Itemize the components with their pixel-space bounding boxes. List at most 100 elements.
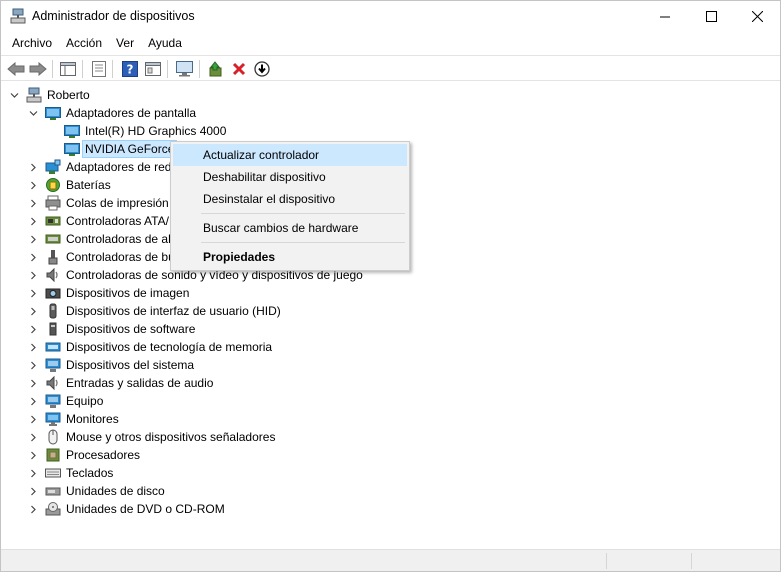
chevron-right-icon[interactable] — [29, 433, 38, 442]
chevron-right-icon[interactable] — [29, 235, 38, 244]
tree-category-16[interactable]: Mouse y otros dispositivos señaladores — [1, 428, 780, 446]
computer-root-icon — [26, 87, 42, 103]
update-driver-toolbar-button[interactable] — [206, 59, 226, 79]
tree-category-11[interactable]: Dispositivos de tecnología de memoria — [1, 338, 780, 356]
title-bar[interactable]: Administrador de dispositivos — [1, 1, 780, 32]
console-tree-icon — [60, 62, 76, 76]
disk-drive-icon — [45, 487, 61, 496]
chevron-right-icon[interactable] — [29, 451, 38, 460]
computer-icon — [45, 394, 61, 408]
imaging-device-icon — [45, 288, 61, 299]
category-label: Unidades de disco — [66, 484, 165, 498]
chevron-down-icon[interactable] — [10, 91, 19, 100]
minimize-button[interactable] — [642, 1, 688, 32]
mouse-icon — [48, 429, 58, 445]
show-hide-console-tree-button[interactable] — [58, 59, 78, 79]
forward-button[interactable] — [28, 59, 48, 79]
update-driver-menu-item[interactable]: Actualizar controlador — [173, 144, 407, 166]
usb-controller-icon — [48, 250, 58, 265]
chevron-down-icon[interactable] — [29, 109, 38, 118]
disable-device-menu-item[interactable]: Deshabilitar dispositivo — [173, 166, 407, 188]
chevron-right-icon[interactable] — [29, 343, 38, 352]
minimize-icon — [659, 16, 670, 18]
menu-accion[interactable]: Acción — [59, 33, 109, 53]
category-label: Mouse y otros dispositivos señaladores — [66, 430, 276, 444]
display-adapter-icon — [64, 143, 80, 156]
maximize-icon — [705, 11, 717, 22]
category-label: Adaptadores de red — [66, 160, 172, 174]
category-label: Procesadores — [66, 448, 141, 462]
chevron-right-icon[interactable] — [29, 415, 38, 424]
chevron-right-icon[interactable] — [29, 307, 38, 316]
toolbar: ? — [1, 55, 780, 81]
display-adapters-label: Adaptadores de pantalla — [66, 106, 197, 120]
close-button[interactable] — [734, 1, 780, 32]
menu-archivo[interactable]: Archivo — [5, 33, 59, 53]
maximize-button[interactable] — [688, 1, 734, 32]
category-label: Controladoras ATA/ — [66, 214, 169, 228]
tree-category-12[interactable]: Dispositivos del sistema — [1, 356, 780, 374]
view-button[interactable] — [143, 59, 163, 79]
root-label: Roberto — [47, 88, 90, 102]
chevron-right-icon[interactable] — [29, 181, 38, 190]
chevron-right-icon[interactable] — [29, 217, 38, 226]
intel-hd-label: Intel(R) HD Graphics 4000 — [85, 124, 227, 138]
chevron-right-icon[interactable] — [29, 325, 38, 334]
download-toolbar-button[interactable] — [252, 59, 272, 79]
view-window-icon — [145, 62, 161, 76]
scan-hardware-menu-item[interactable]: Buscar cambios de hardware — [173, 217, 407, 239]
system-device-icon — [45, 358, 61, 372]
tree-category-17[interactable]: Procesadores — [1, 446, 780, 464]
chevron-right-icon[interactable] — [29, 505, 38, 514]
nvidia-label: NVIDIA GeForce — [82, 140, 178, 158]
chevron-right-icon[interactable] — [29, 397, 38, 406]
memory-technology-icon — [45, 342, 61, 352]
tree-category-15[interactable]: Monitores — [1, 410, 780, 428]
menu-ver[interactable]: Ver — [109, 33, 141, 53]
help-icon: ? — [122, 61, 138, 77]
chevron-right-icon[interactable] — [29, 199, 38, 208]
back-button[interactable] — [6, 59, 26, 79]
chevron-right-icon[interactable] — [29, 487, 38, 496]
tree-category-display-adapters[interactable]: Adaptadores de pantalla — [1, 104, 780, 122]
tree-category-8[interactable]: Dispositivos de imagen — [1, 284, 780, 302]
tree-device-intel-hd[interactable]: Intel(R) HD Graphics 4000 — [1, 122, 780, 140]
monitor-scan-icon — [176, 61, 193, 77]
help-button[interactable]: ? — [120, 59, 140, 79]
tree-category-9[interactable]: Dispositivos de interfaz de usuario (HID… — [1, 302, 780, 320]
chevron-right-icon[interactable] — [29, 253, 38, 262]
chevron-right-icon[interactable] — [29, 271, 38, 280]
keyboard-icon — [45, 468, 61, 478]
tree-category-20[interactable]: Unidades de DVD o CD-ROM — [1, 500, 780, 518]
scan-hardware-toolbar-button[interactable] — [175, 59, 195, 79]
uninstall-toolbar-button[interactable] — [229, 59, 249, 79]
tree-root[interactable]: Roberto — [1, 86, 780, 104]
device-manager-window: Administrador de dispositivos Archivo Ac… — [0, 0, 781, 572]
menu-separator — [201, 242, 405, 243]
monitor-icon — [45, 412, 61, 426]
window-title: Administrador de dispositivos — [32, 9, 195, 23]
menu-ayuda[interactable]: Ayuda — [141, 33, 189, 53]
tree-category-14[interactable]: Equipo — [1, 392, 780, 410]
chevron-right-icon[interactable] — [29, 289, 38, 298]
properties-toolbar-button[interactable] — [89, 59, 109, 79]
menu-bar: Archivo Acción Ver Ayuda — [1, 32, 780, 54]
chevron-right-icon[interactable] — [29, 469, 38, 478]
properties-sheet-icon — [92, 61, 106, 77]
tree-category-10[interactable]: Dispositivos de software — [1, 320, 780, 338]
display-adapter-icon — [64, 125, 80, 138]
uninstall-device-menu-item[interactable]: Desinstalar el dispositivo — [173, 188, 407, 210]
tree-category-18[interactable]: Teclados — [1, 464, 780, 482]
tree-category-19[interactable]: Unidades de disco — [1, 482, 780, 500]
chevron-right-icon[interactable] — [29, 379, 38, 388]
category-label: Baterías — [66, 178, 111, 192]
category-label: Monitores — [66, 412, 119, 426]
menu-separator — [201, 213, 405, 214]
properties-menu-item[interactable]: Propiedades — [173, 246, 407, 268]
tree-category-13[interactable]: Entradas y salidas de audio — [1, 374, 780, 392]
chevron-right-icon[interactable] — [29, 163, 38, 172]
category-label: Entradas y salidas de audio — [66, 376, 214, 390]
chevron-right-icon[interactable] — [29, 361, 38, 370]
category-label: Dispositivos de interfaz de usuario (HID… — [66, 304, 281, 318]
back-arrow-icon — [7, 62, 25, 76]
